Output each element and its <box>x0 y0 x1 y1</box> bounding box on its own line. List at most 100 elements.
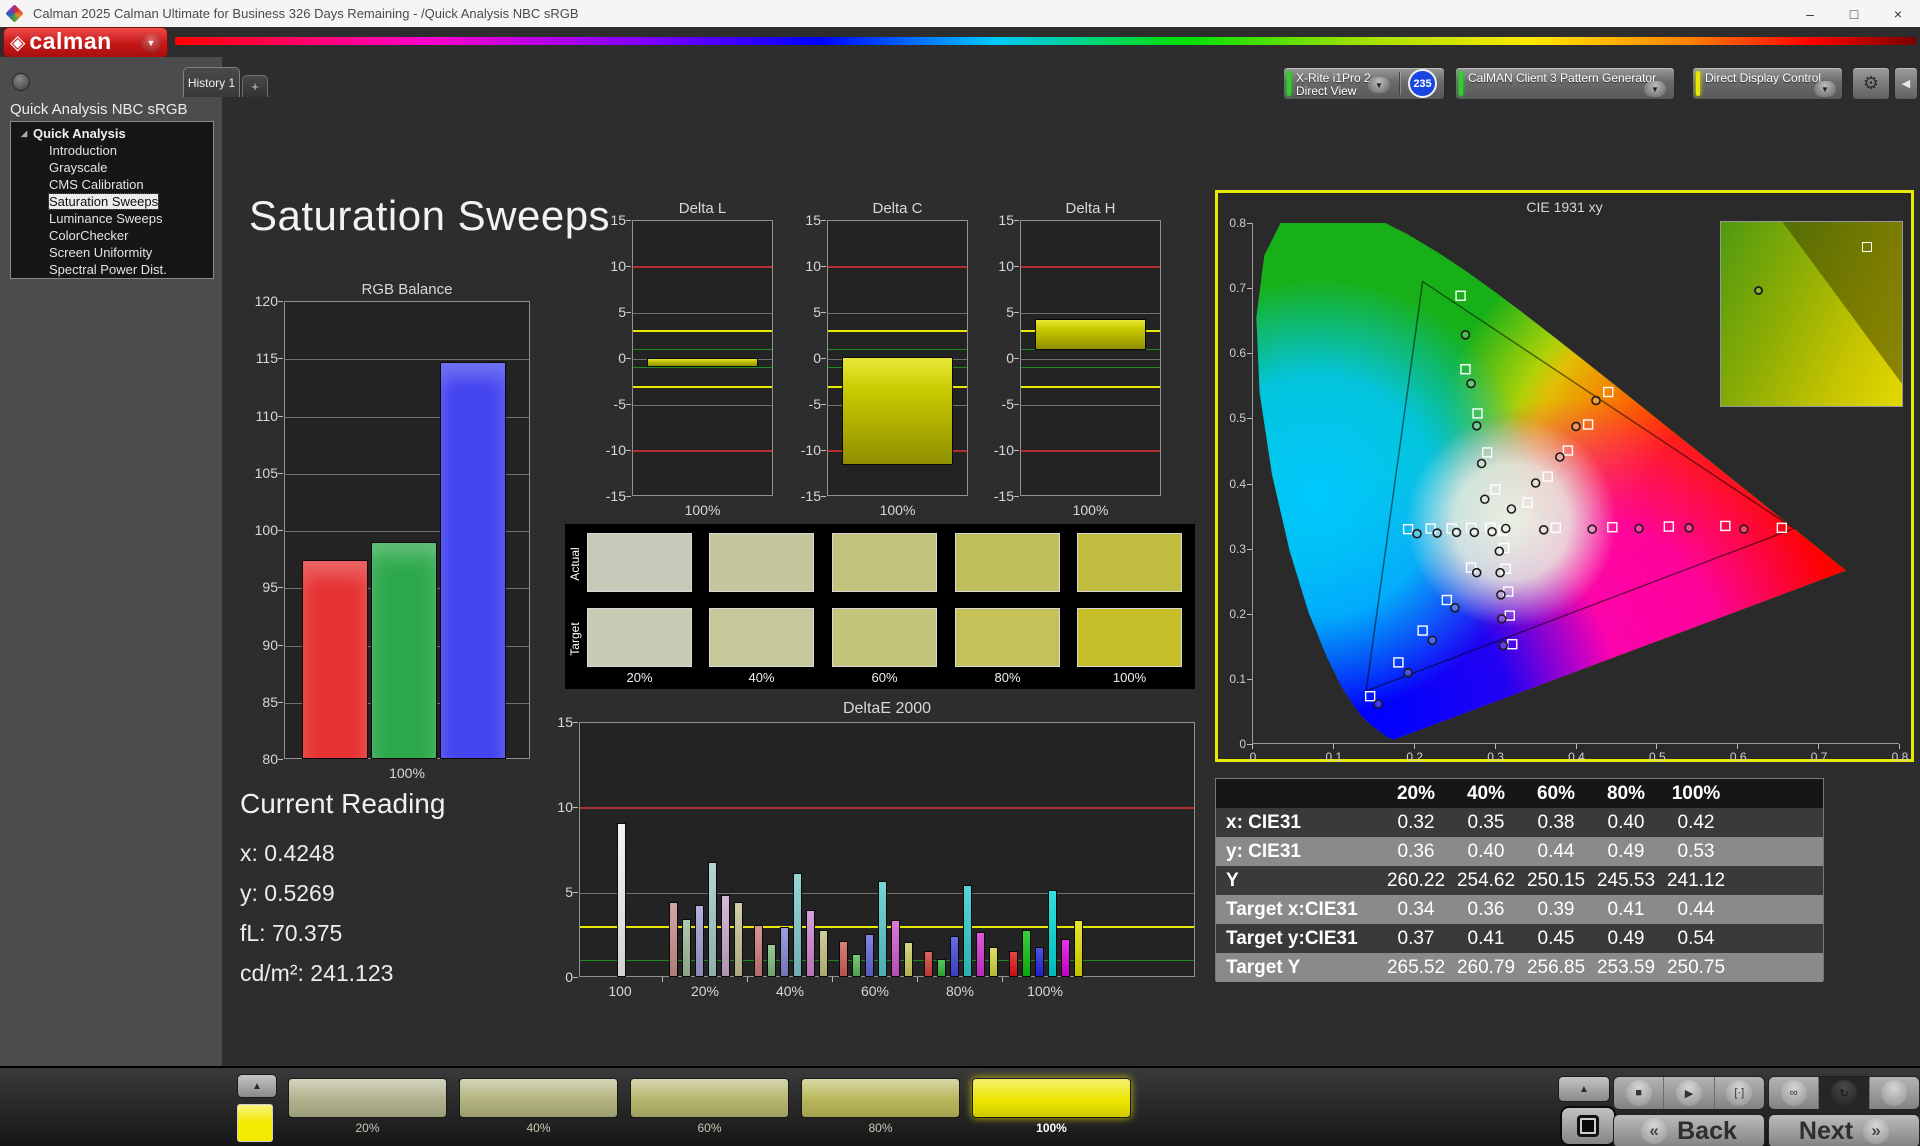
play-icon[interactable]: ▶ <box>1664 1077 1715 1109</box>
deltae-bar <box>721 894 730 977</box>
level-button-40%[interactable]: 40% <box>459 1078 618 1136</box>
collapse-panel-icon[interactable]: ◀ <box>1894 67 1918 100</box>
panel-up-icon[interactable]: ▲ <box>1558 1076 1610 1102</box>
calman-menu-button[interactable]: ◈ calman ▼ <box>3 27 168 58</box>
tab-history-1[interactable]: History 1 <box>183 67 240 97</box>
y-tick-label: -5 <box>808 396 821 412</box>
close-button[interactable]: × <box>1876 0 1920 27</box>
level-button-20%[interactable]: 20% <box>288 1078 447 1136</box>
tab-add-button[interactable]: + <box>242 75 268 97</box>
tick-mark <box>278 644 283 646</box>
record-icon[interactable] <box>1870 1077 1919 1109</box>
rgb-x-label: 100% <box>389 765 425 781</box>
display-control-dropdown[interactable]: Direct Display Control ▼ <box>1692 67 1843 100</box>
sidebar-item-grayscale[interactable]: Grayscale <box>11 159 213 176</box>
chevron-down-icon[interactable]: ▼ <box>1368 77 1390 93</box>
cie-y-tick: 0.2 <box>1229 606 1246 621</box>
deltae-group-label-100%: 100% <box>1027 983 1063 999</box>
y-tick-label: 15 <box>998 212 1014 228</box>
level-swatch <box>288 1078 447 1118</box>
tick-mark <box>573 722 578 723</box>
sidebar-item-introduction[interactable]: Introduction <box>11 142 213 159</box>
sidebar-item-screen-uniformity[interactable]: Screen Uniformity <box>11 244 213 261</box>
refresh-icon[interactable]: ↻ <box>1819 1077 1870 1109</box>
level-button-100%[interactable]: 100% <box>972 1078 1131 1136</box>
deltae-bar <box>708 862 717 977</box>
table-row: Y 260.22 254.62 250.15 245.53 241.12 <box>1216 866 1823 895</box>
chevron-down-icon: ▼ <box>141 32 161 53</box>
measure-icon[interactable]: [·] <box>1715 1077 1764 1109</box>
tree-root[interactable]: ◢ Quick Analysis <box>11 125 213 142</box>
calman-diamond-icon: ◈ <box>10 31 26 54</box>
current-reading-x: x: 0.4248 <box>240 840 335 866</box>
sidebar-radio-icon[interactable] <box>12 73 30 91</box>
table-cell: 250.15 <box>1526 869 1586 891</box>
cie-chart-title: CIE 1931 xy <box>1526 199 1603 215</box>
maximize-button[interactable]: □ <box>1832 0 1876 27</box>
stop-icon[interactable]: ■ <box>1614 1077 1665 1109</box>
cie-measured-marker <box>1373 699 1384 709</box>
rgb-bar-red <box>302 559 368 759</box>
meter-count-badge[interactable]: 235 <box>1408 69 1437 98</box>
meter-status-stripe <box>1287 71 1291 96</box>
table-cell: 0.40 <box>1467 840 1505 862</box>
gear-icon[interactable]: ⚙ <box>1852 67 1890 100</box>
cie-measured-marker <box>1412 528 1422 539</box>
row-label: Y <box>1226 869 1239 891</box>
gridline <box>633 405 772 406</box>
sidebar-item-colorchecker[interactable]: ColorChecker <box>11 227 213 244</box>
table-cell: 0.38 <box>1537 811 1575 833</box>
inset-target-marker <box>1862 242 1873 253</box>
cie-measured-marker <box>1460 330 1471 340</box>
next-button[interactable]: Next » <box>1768 1114 1920 1146</box>
current-pattern-swatch[interactable] <box>237 1104 273 1142</box>
rgb-bar-green <box>371 542 437 759</box>
pattern-window-button[interactable] <box>1560 1106 1616 1146</box>
cie-1931-panel[interactable]: CIE 1931 xy 0 0.1 0.2 0.3 0.4 0.5 0.6 0.7 0.8 0.8… <box>1215 190 1914 764</box>
cie-measured-marker <box>1471 421 1482 431</box>
tick-mark <box>573 892 578 893</box>
limit-line-red <box>828 266 967 268</box>
pattern-up-icon[interactable]: ▲ <box>237 1074 277 1098</box>
y-tick-label: 10 <box>998 258 1014 274</box>
cie-y-tick: 0.5 <box>1229 411 1246 426</box>
meter-dropdown[interactable]: X-Rite i1Pro 2 Direct View ▼ 235 <box>1283 67 1445 100</box>
x-tick-mark <box>917 977 918 982</box>
delta_c-bar <box>842 357 953 465</box>
minimize-button[interactable]: – <box>1788 0 1832 27</box>
level-button-60%[interactable]: 60% <box>630 1078 789 1136</box>
y-tick-label: 5 <box>813 304 821 320</box>
sidebar-item-saturation-sweeps[interactable]: Saturation Sweeps <box>11 193 213 210</box>
delta_l-bar <box>647 357 758 367</box>
level-swatch <box>972 1078 1131 1118</box>
cie-measured-marker <box>1432 528 1442 538</box>
target-swatch-100% <box>1077 608 1182 667</box>
back-button[interactable]: « Back <box>1613 1114 1765 1146</box>
table-cell: 0.49 <box>1607 840 1645 862</box>
cie-measured-marker <box>1494 546 1505 557</box>
tick-mark <box>573 977 578 978</box>
tick-mark <box>1014 312 1019 313</box>
cie-y-tick: 0.1 <box>1229 671 1246 686</box>
sidebar-item-cms-calibration[interactable]: CMS Calibration <box>11 176 213 193</box>
display-label: Direct Display Control <box>1705 71 1822 85</box>
y-tick-label: 105 <box>254 464 278 481</box>
level-button-80%[interactable]: 80% <box>801 1078 960 1136</box>
level-label: 20% <box>355 1121 380 1135</box>
cie-y-tick-mark <box>1247 613 1252 615</box>
chevron-down-icon[interactable]: ▼ <box>1644 81 1666 97</box>
deltae-bar <box>904 942 913 977</box>
chevron-down-icon[interactable]: ▼ <box>1814 81 1836 97</box>
y-tick-label: 115 <box>255 350 278 367</box>
swatch-col-label-100%: 100% <box>1112 670 1147 685</box>
deltae-group-label-60%: 60% <box>860 983 890 999</box>
tick-mark <box>626 266 631 267</box>
y-tick-label: 120 <box>254 293 278 309</box>
delta_c-plot <box>827 220 968 496</box>
sidebar-item-spectral-power-dist-[interactable]: Spectral Power Dist. <box>11 261 213 278</box>
sidebar-item-luminance-sweeps[interactable]: Luminance Sweeps <box>11 210 213 227</box>
x-tick-mark <box>747 977 748 982</box>
pattern-generator-dropdown[interactable]: CalMAN Client 3 Pattern Generator ▼ <box>1455 67 1675 100</box>
titlebar: Calman 2025 Calman Ultimate for Business… <box>0 0 1920 27</box>
loop-icon[interactable]: ∞ <box>1769 1077 1820 1109</box>
